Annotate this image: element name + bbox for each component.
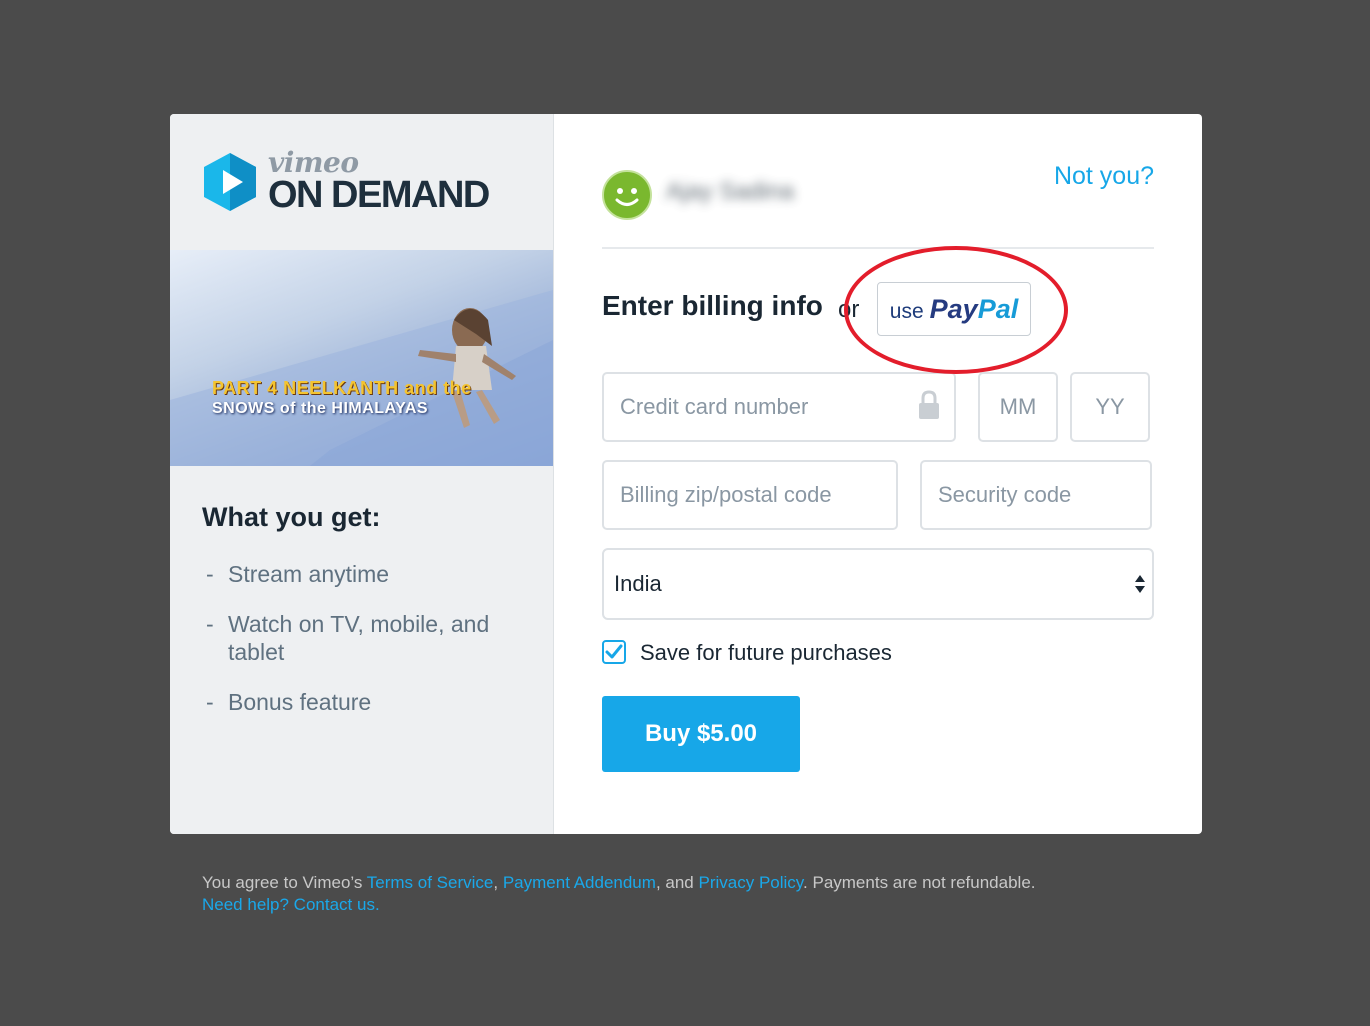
user-name: Ajay Sadina — [666, 178, 795, 205]
divider — [602, 247, 1154, 249]
checkmark-icon — [605, 644, 623, 659]
lock-icon — [919, 390, 939, 419]
highlight-annotation-circle — [844, 246, 1068, 374]
film-poster: PART 4 NEELKANTH and the SNOWS of the HI… — [170, 250, 553, 466]
footer-and: , and — [655, 873, 699, 892]
benefit-item: Watch on TV, mobile, and tablet — [206, 610, 526, 666]
smiley-icon — [615, 188, 639, 206]
footer-suffix: . Payments are not refundable. — [803, 873, 1036, 892]
legal-footer: You agree to Vimeo’s Terms of Service, P… — [202, 872, 1036, 916]
security-code-input[interactable] — [920, 460, 1152, 530]
vimeo-on-demand-logo: vimeo ON DEMAND — [202, 146, 490, 216]
benefits-list: Stream anytime Watch on TV, mobile, and … — [206, 560, 526, 738]
country-select[interactable]: India — [602, 548, 1154, 620]
country-select-value: India — [614, 571, 662, 596]
select-arrows-icon — [1135, 575, 1145, 593]
logo-vimeo-text: vimeo — [268, 146, 359, 179]
not-you-link[interactable]: Not you? — [1054, 162, 1154, 191]
product-sidebar: vimeo ON DEMAND PART 4 NEELKANTH and the… — [170, 114, 554, 834]
purchase-modal: vimeo ON DEMAND PART 4 NEELKANTH and the… — [170, 114, 1202, 834]
save-checkbox-label[interactable]: Save for future purchases — [640, 640, 892, 666]
poster-title: PART 4 NEELKANTH and the — [212, 378, 472, 398]
help-contact-link[interactable]: Need help? Contact us. — [202, 895, 380, 914]
benefit-item: Stream anytime — [206, 560, 526, 588]
billing-panel: Ajay Sadina Not you? Enter billing info … — [554, 114, 1202, 834]
privacy-policy-link[interactable]: Privacy Policy — [698, 873, 803, 892]
benefit-item: Bonus feature — [206, 688, 526, 716]
footer-prefix: You agree to Vimeo’s — [202, 873, 367, 892]
billing-zip-input[interactable] — [602, 460, 898, 530]
vimeo-hexagon-icon — [204, 153, 256, 211]
user-avatar — [602, 170, 652, 220]
payment-addendum-link[interactable]: Payment Addendum — [503, 873, 656, 892]
logo-ondemand-text: ON DEMAND — [268, 174, 490, 216]
save-checkbox[interactable] — [602, 640, 626, 664]
benefits-heading: What you get: — [202, 502, 381, 532]
poster-artwork — [170, 290, 553, 466]
credit-card-input[interactable] — [602, 372, 956, 442]
buy-button[interactable]: Buy $5.00 — [602, 696, 800, 772]
footer-comma: , — [493, 873, 503, 892]
expiry-month-input[interactable] — [978, 372, 1058, 442]
terms-link[interactable]: Terms of Service — [367, 873, 494, 892]
poster-subtitle: SNOWS of the HIMALAYAS — [212, 400, 429, 417]
billing-heading: Enter billing info — [602, 290, 823, 321]
expiry-year-input[interactable] — [1070, 372, 1150, 442]
